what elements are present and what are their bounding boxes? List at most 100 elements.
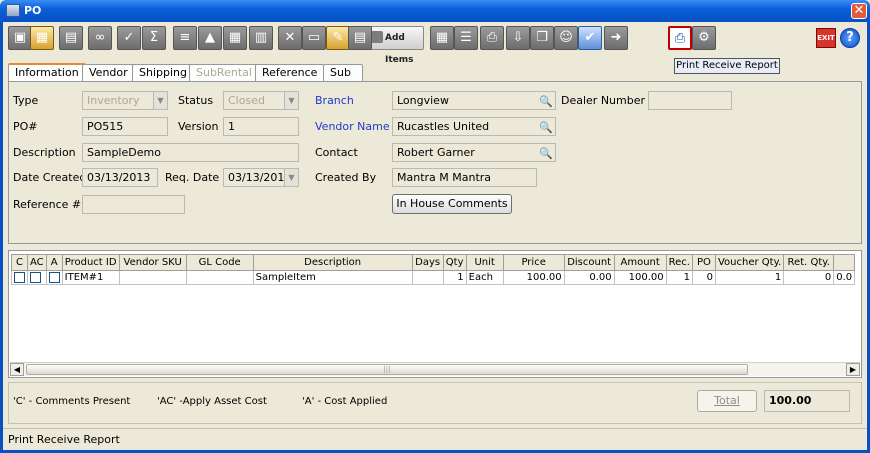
approve-button[interactable]: ✓ [117,26,141,50]
column-header[interactable]: Vendor SKU [118,254,187,271]
horizontal-scrollbar[interactable]: ◀ ||| ▶ [10,362,860,376]
description-field[interactable]: SampleDemo [82,143,299,162]
total-button[interactable]: Total [697,390,757,412]
copy-button[interactable]: ❐ [530,26,554,50]
overflow-cell[interactable]: 0.0 [833,270,856,285]
price-cell[interactable]: 100.00 [502,270,565,285]
help-button[interactable]: ? [840,28,860,48]
print-receive-report-button[interactable]: ⎙ [668,26,692,50]
reference-number-field[interactable] [82,195,185,214]
column-header[interactable]: C [11,254,28,271]
film-button[interactable]: ▦ [30,26,54,50]
calculator-button[interactable]: ▥ [249,26,273,50]
scroll-right-icon[interactable]: ▶ [846,363,860,376]
document-button[interactable]: ▤ [348,26,372,50]
search-icon[interactable]: 🔍 [539,93,553,109]
gl-code-cell[interactable] [185,270,254,285]
report-icon: ▲ [205,30,215,45]
req-date-label: Req. Date [165,171,220,184]
asset-cost-checkbox-cell[interactable] [27,270,47,285]
vendor-name-field[interactable]: Rucastles United 🔍 [392,117,556,136]
vendor-name-label[interactable]: Vendor Name [315,120,390,133]
table-row[interactable]: ITEM#1 SampleItem 1 Each 100.00 0.00 100… [11,270,856,285]
arrow-button[interactable]: ➜ [604,26,628,50]
receive-button[interactable]: ⇩ [506,26,530,50]
voucher-qty-cell[interactable]: 1 [714,270,785,285]
cost-applied-legend: 'A' - Cost Applied [302,396,388,407]
cost-applied-checkbox[interactable] [48,271,60,283]
tab-vendor[interactable]: Vendor [82,64,135,81]
comments-checkbox-cell[interactable] [11,270,28,285]
days-cell[interactable] [411,270,444,285]
qty-cell[interactable]: 1 [442,270,467,285]
add-items-button[interactable]: Add Items [368,26,424,65]
exit-button[interactable]: EXIT [816,28,836,48]
grid2-button[interactable]: ▦ [430,26,454,50]
version-field[interactable]: 1 [223,117,299,136]
column-header[interactable]: Discount [563,254,615,271]
req-date-field[interactable]: 03/13/2013 ▼ [223,168,299,187]
comments-checkbox[interactable] [14,271,25,283]
column-header[interactable]: Rec. [665,254,693,271]
list-button[interactable]: ☰ [454,26,478,50]
branch-label[interactable]: Branch [315,94,354,107]
dealer-number-field[interactable] [648,91,732,110]
column-header[interactable]: Ret. Qty. [783,254,835,271]
tab-shipping[interactable]: Shipping [132,64,194,81]
rec-cell[interactable]: 1 [665,270,693,285]
report-button[interactable]: ▲ [198,26,222,50]
asset-cost-checkbox[interactable] [30,271,41,283]
vendor-sku-cell[interactable] [118,270,187,285]
unit-cell[interactable]: Each [465,270,504,285]
contact-field[interactable]: Robert Garner 🔍 [392,143,556,162]
settings-icon: ⚙ [698,30,710,45]
scrollbar-thumb[interactable]: ||| [26,364,748,375]
column-header[interactable]: Unit [465,254,504,271]
column-header[interactable]: Amount [613,254,667,271]
users-button[interactable]: ☺ [554,26,578,50]
column-header[interactable]: Product ID [61,254,120,271]
column-header[interactable]: A [45,254,63,271]
search-icon[interactable]: 🔍 [539,119,553,135]
column-header[interactable]: AC [27,254,47,271]
tab-sub-total[interactable]: Sub Total [323,64,363,95]
tab-subrental: SubRental [189,64,259,81]
printer-button[interactable]: ⎙ [480,26,504,50]
column-header[interactable]: GL Code [185,254,254,271]
column-header[interactable] [833,254,856,271]
po-cell[interactable]: 0 [691,270,716,285]
edit-button[interactable]: ✎ [326,26,350,50]
in-house-comments-button[interactable]: In House Comments [392,194,512,214]
ret-qty-cell[interactable]: 0 [783,270,835,285]
column-header[interactable]: Price [502,254,565,271]
memo-button[interactable]: ▭ [302,26,326,50]
description-cell[interactable]: SampleItem [252,270,413,285]
notes-button[interactable]: ▤ [59,26,83,50]
branch-field[interactable]: Longview 🔍 [392,91,556,110]
discount-cell[interactable]: 0.00 [563,270,615,285]
date-created-field[interactable]: 03/13/2013 [82,168,158,187]
chevron-down-icon[interactable]: ▼ [284,169,298,186]
tab-reference[interactable]: Reference [255,64,325,81]
column-header[interactable]: Voucher Qty. [714,254,785,271]
scroll-left-icon[interactable]: ◀ [10,363,24,376]
column-header[interactable]: Description [252,254,413,271]
search-icon[interactable]: 🔍 [539,145,553,161]
save-button[interactable]: ▣ [8,26,32,50]
product-id-cell[interactable]: ITEM#1 [61,270,120,285]
misc-button[interactable]: ≡ [173,26,197,50]
grid-button[interactable]: ▦ [223,26,247,50]
cost-applied-checkbox-cell[interactable] [45,270,63,285]
check-button[interactable]: ✔ [578,26,602,50]
amount-cell[interactable]: 100.00 [613,270,667,285]
delete-button[interactable]: ✕ [278,26,302,50]
settings-button[interactable]: ⚙ [692,26,716,50]
column-header[interactable]: Days [411,254,444,271]
column-header[interactable]: Qty [442,254,467,271]
close-window-button[interactable]: ✕ [851,3,867,19]
po-number-field[interactable]: PO515 [82,117,168,136]
tab-information[interactable]: Information [8,63,86,82]
column-header[interactable]: PO [691,254,716,271]
sum-button[interactable]: Σ [142,26,166,50]
link-button[interactable]: ∞ [88,26,112,50]
